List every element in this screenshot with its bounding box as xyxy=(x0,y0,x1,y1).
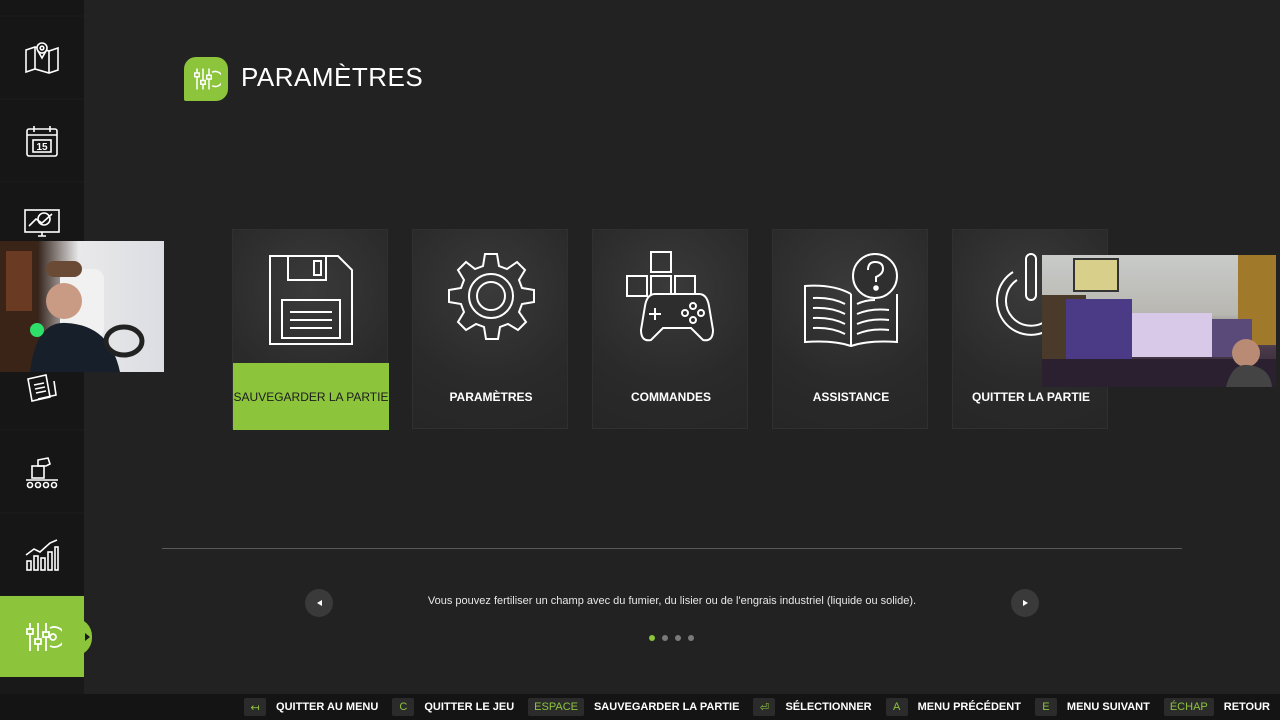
webcam-overlay-right xyxy=(1042,255,1276,387)
assistance-button[interactable]: ASSISTANCE xyxy=(772,229,928,429)
hint-select[interactable]: ⏎ SÉLECTIONNER xyxy=(753,698,872,716)
help-book-icon xyxy=(804,253,898,348)
key-e: E xyxy=(1034,698,1057,716)
gear-icon xyxy=(448,253,535,340)
pagination-dot[interactable] xyxy=(675,635,681,641)
calendar-icon: 15 xyxy=(26,125,58,157)
hint-quit-to-menu[interactable]: ↤ QUITTER AU MENU xyxy=(244,698,378,716)
sidebar-item-calendar[interactable]: 15 xyxy=(0,100,84,181)
assistance-label: ASSISTANCE xyxy=(812,389,890,404)
map-icon xyxy=(25,41,59,74)
finance-chart-icon xyxy=(25,538,59,571)
hint-next-menu[interactable]: E MENU SUIVANT xyxy=(1034,698,1150,716)
floppy-disk-icon xyxy=(269,255,353,345)
settings-header-icon xyxy=(184,57,228,101)
tip-text: Vous pouvez fertiliser un champ avec du … xyxy=(427,595,917,607)
hint-label: SAUVEGARDER LA PARTIE xyxy=(593,701,740,713)
webcam-overlay-left xyxy=(0,241,164,372)
hint-save-game[interactable]: ESPACE SAUVEGARDER LA PARTIE xyxy=(528,698,739,716)
controls-button[interactable]: COMMANDES xyxy=(592,229,748,429)
section-divider xyxy=(162,548,1182,549)
sidebar-item-top[interactable] xyxy=(0,0,84,15)
settings-label: PARAMÈTRES xyxy=(449,389,533,404)
key-a: A xyxy=(885,698,908,716)
gamepad-keys-icon xyxy=(626,251,715,342)
tip-next-button[interactable] xyxy=(1011,589,1039,617)
hint-label: QUITTER LE JEU xyxy=(424,701,515,713)
hint-quit-game[interactable]: C QUITTER LE JEU xyxy=(392,698,514,716)
save-game-button[interactable]: SAUVEGARDER LA PARTIE xyxy=(232,229,389,430)
key-c: C xyxy=(392,698,415,716)
controls-label: COMMANDES xyxy=(631,389,711,404)
sidebar-item-settings[interactable] xyxy=(0,596,92,677)
save-game-label: SAUVEGARDER LA PARTIE xyxy=(233,363,389,430)
hint-previous-menu[interactable]: A MENU PRÉCÉDENT xyxy=(885,698,1021,716)
sidebar-item-finances[interactable] xyxy=(0,514,84,595)
sidebar-item-production[interactable] xyxy=(0,431,84,512)
arrow-left-icon xyxy=(316,600,322,606)
settings-sliders-icon xyxy=(26,622,62,651)
pagination-dot[interactable] xyxy=(662,635,668,641)
hint-label: MENU SUIVANT xyxy=(1066,701,1150,713)
contracts-icon xyxy=(27,373,57,402)
hint-back[interactable]: ÉCHAP RETOUR xyxy=(1163,698,1270,716)
hint-label: RETOUR xyxy=(1223,701,1270,713)
hint-label: MENU PRÉCÉDENT xyxy=(917,701,1021,713)
key-space: ESPACE xyxy=(528,698,584,716)
key-escape: ÉCHAP xyxy=(1163,698,1214,716)
controls-hint-bar: ↤ QUITTER AU MENU C QUITTER LE JEU ESPAC… xyxy=(0,694,1280,720)
hint-label: SÉLECTIONNER xyxy=(785,701,872,713)
stats-monitor-icon xyxy=(24,208,60,237)
settings-button[interactable]: PARAMÈTRES xyxy=(412,229,568,429)
calendar-day-text: 15 xyxy=(36,142,48,153)
arrow-right-icon xyxy=(1022,600,1028,606)
hint-label: QUITTER AU MENU xyxy=(276,701,379,713)
key-enter-icon: ⏎ xyxy=(753,698,776,716)
tip-previous-button[interactable] xyxy=(305,589,333,617)
production-icon xyxy=(26,456,58,488)
key-back-icon: ↤ xyxy=(244,698,267,716)
sidebar-item-map[interactable] xyxy=(0,17,84,98)
pagination-dot[interactable] xyxy=(688,635,694,641)
page-title: PARAMÈTRES xyxy=(241,62,424,92)
pagination-dot[interactable] xyxy=(649,635,655,641)
active-pointer xyxy=(85,633,90,641)
tip-pagination xyxy=(649,635,694,641)
